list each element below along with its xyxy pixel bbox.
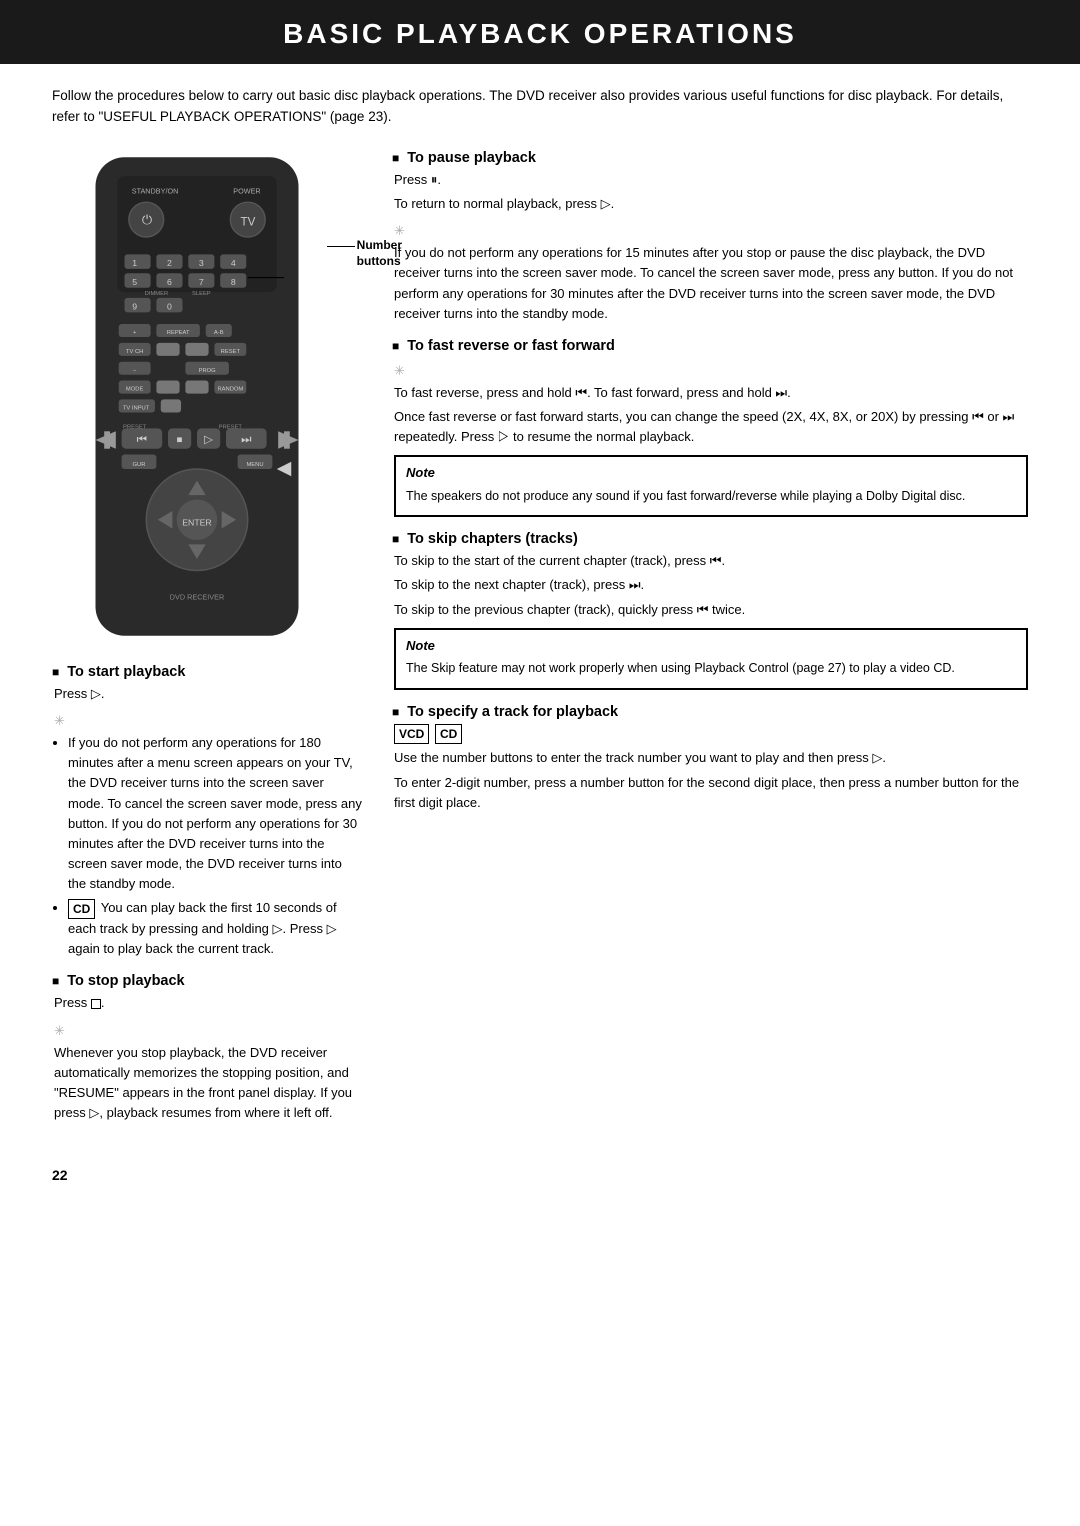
svg-text:⏻: ⏻ bbox=[142, 212, 152, 227]
section-specify-track: To specify a track for playback VCD CD U… bbox=[392, 704, 1028, 813]
section-body-specify: VCD CD Use the number buttons to enter t… bbox=[392, 724, 1028, 813]
section-body-stop: Press . Whenever you stop playback, the … bbox=[52, 993, 362, 1123]
svg-text:SLEEP: SLEEP bbox=[192, 291, 211, 297]
specify-line1: Use the number buttons to enter the trac… bbox=[394, 748, 1028, 768]
remote-svg: STANDBY/ON POWER ⏻ TV 1 bbox=[52, 150, 342, 643]
note-box-fast: Note The speakers do not produce any sou… bbox=[394, 455, 1028, 517]
svg-text:⏭: ⏭ bbox=[241, 433, 252, 446]
pause-return: To return to normal playback, press ▷. bbox=[394, 194, 1028, 214]
svg-text:−: − bbox=[133, 368, 137, 374]
fast-detail: Once fast reverse or fast forward starts… bbox=[394, 407, 1028, 447]
pause-press: Press ⏸. bbox=[394, 170, 1028, 190]
intro-text: Follow the procedures below to carry out… bbox=[52, 86, 1028, 128]
tip-icon-stop bbox=[54, 1021, 65, 1041]
section-skip-chapters: To skip chapters (tracks) To skip to the… bbox=[392, 531, 1028, 689]
section-title-specify: To specify a track for playback bbox=[392, 704, 1028, 720]
svg-text:8: 8 bbox=[231, 277, 236, 287]
section-body-skip: To skip to the start of the current chap… bbox=[392, 551, 1028, 689]
svg-text:REPEAT: REPEAT bbox=[167, 330, 190, 336]
section-title-stop: To stop playback bbox=[52, 973, 362, 989]
section-start-playback: To start playback Press ▷. If you do not… bbox=[52, 664, 362, 960]
page-content: Follow the procedures below to carry out… bbox=[0, 86, 1080, 1223]
start-bullet-1: If you do not perform any operations for… bbox=[68, 733, 362, 894]
svg-text:4: 4 bbox=[231, 258, 236, 268]
svg-text:⏮: ⏮ bbox=[137, 433, 148, 446]
note-text-fast: The speakers do not produce any sound if… bbox=[406, 487, 1016, 506]
section-body-start: Press ▷. If you do not perform any opera… bbox=[52, 684, 362, 960]
page-header: BASIC PLAYBACK OPERATIONS bbox=[0, 0, 1080, 64]
svg-text:9: 9 bbox=[132, 301, 137, 311]
vcd-badge: VCD bbox=[394, 724, 429, 745]
section-stop-playback: To stop playback Press . Whenever you st… bbox=[52, 973, 362, 1123]
svg-text:TV INPUT: TV INPUT bbox=[123, 405, 150, 411]
svg-text:TV CH: TV CH bbox=[126, 349, 143, 355]
section-title-skip: To skip chapters (tracks) bbox=[392, 531, 1028, 547]
section-title-fast: To fast reverse or fast forward bbox=[392, 338, 1028, 354]
page-title: BASIC PLAYBACK OPERATIONS bbox=[0, 18, 1080, 50]
number-buttons-label: Number buttons bbox=[357, 238, 402, 270]
svg-text:DVD RECEIVER: DVD RECEIVER bbox=[170, 592, 224, 601]
start-bullet-2: CD You can play back the first 10 second… bbox=[68, 898, 362, 959]
svg-text:⏹: ⏹ bbox=[177, 433, 183, 446]
section-pause-playback: To pause playback Press ⏸. To return to … bbox=[392, 150, 1028, 324]
main-columns: STANDBY/ON POWER ⏻ TV 1 bbox=[52, 150, 1028, 1137]
section-body-pause: Press ⏸. To return to normal playback, p… bbox=[392, 170, 1028, 324]
svg-text:+: + bbox=[133, 330, 137, 336]
svg-text:0: 0 bbox=[167, 301, 172, 311]
specify-line2: To enter 2-digit number, press a number … bbox=[394, 773, 1028, 813]
svg-text:TV: TV bbox=[240, 215, 255, 228]
cd-badge-specify: CD bbox=[435, 724, 462, 745]
svg-text:RESET: RESET bbox=[221, 349, 241, 355]
page-wrapper: BASIC PLAYBACK OPERATIONS Follow the pro… bbox=[0, 0, 1080, 1223]
svg-text:2: 2 bbox=[167, 258, 172, 268]
remote-container: STANDBY/ON POWER ⏻ TV 1 bbox=[52, 150, 342, 646]
section-title-start: To start playback bbox=[52, 664, 362, 680]
start-bullet-list: If you do not perform any operations for… bbox=[54, 733, 362, 959]
svg-text:MODE: MODE bbox=[126, 387, 144, 393]
stop-press-text: Press . bbox=[54, 993, 362, 1013]
stop-detail: Whenever you stop playback, the DVD rece… bbox=[54, 1043, 362, 1124]
svg-text:1: 1 bbox=[132, 258, 137, 268]
skip-line3: To skip to the previous chapter (track),… bbox=[394, 600, 1028, 620]
tip-icon-start bbox=[54, 711, 65, 731]
cd-badge: CD bbox=[68, 899, 95, 920]
svg-text:▷: ▷ bbox=[204, 433, 214, 446]
left-column: STANDBY/ON POWER ⏻ TV 1 bbox=[52, 150, 362, 1137]
svg-text:3: 3 bbox=[199, 258, 204, 268]
fast-tip-text: To fast reverse, press and hold ⏮. To fa… bbox=[394, 383, 1028, 403]
note-box-skip: Note The Skip feature may not work prope… bbox=[394, 628, 1028, 690]
note-title-skip: Note bbox=[406, 636, 1016, 656]
svg-text:5: 5 bbox=[132, 277, 137, 287]
note-title-fast: Note bbox=[406, 463, 1016, 483]
svg-text:ENTER: ENTER bbox=[182, 517, 211, 527]
specify-badges: VCD CD bbox=[394, 724, 1028, 745]
svg-text:MENU: MENU bbox=[246, 462, 263, 468]
section-fast-ff: To fast reverse or fast forward To fast … bbox=[392, 338, 1028, 517]
skip-line2: To skip to the next chapter (track), pre… bbox=[394, 575, 1028, 595]
skip-line1: To skip to the start of the current chap… bbox=[394, 551, 1028, 571]
right-column: To pause playback Press ⏸. To return to … bbox=[392, 150, 1028, 827]
svg-text:STANDBY/ON: STANDBY/ON bbox=[132, 186, 179, 195]
section-body-fast: To fast reverse, press and hold ⏮. To fa… bbox=[392, 358, 1028, 517]
svg-text:GUR: GUR bbox=[133, 462, 146, 468]
svg-text:DIMMER: DIMMER bbox=[145, 291, 169, 297]
svg-text:POWER: POWER bbox=[233, 186, 260, 195]
svg-text:6: 6 bbox=[167, 277, 172, 287]
note-text-skip: The Skip feature may not work properly w… bbox=[406, 659, 1016, 678]
pause-detail: If you do not perform any operations for… bbox=[394, 243, 1028, 324]
tip-icon-fast bbox=[394, 361, 405, 381]
section-title-pause: To pause playback bbox=[392, 150, 1028, 166]
svg-text:7: 7 bbox=[199, 277, 204, 287]
svg-text:RANDOM: RANDOM bbox=[217, 387, 243, 393]
svg-text:A-B: A-B bbox=[214, 330, 224, 336]
page-number: 22 bbox=[52, 1167, 1028, 1183]
start-press-text: Press ▷. bbox=[54, 684, 362, 704]
svg-text:PROG: PROG bbox=[199, 368, 217, 374]
